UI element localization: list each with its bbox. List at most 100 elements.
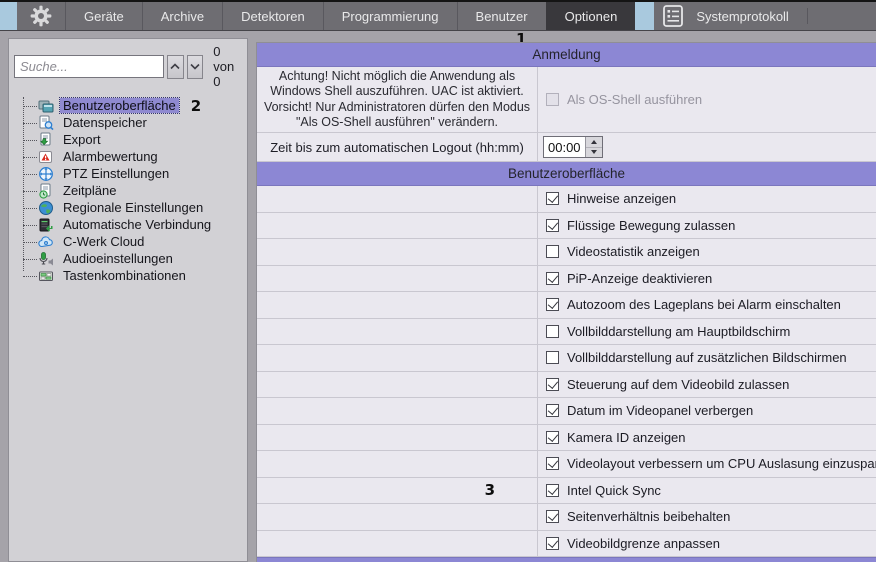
checkbox-label: Steuerung auf dem Videobild zulassen [567, 376, 790, 392]
app-window: Geräte Archive Detektoren Programmierung Ben… [0, 0, 876, 562]
triangle-down-icon [591, 150, 597, 155]
logout-value-cell: 00:00 [538, 133, 876, 161]
sidebar: 0 von 0 Benutzeroberfläche 2 Datenspeicher… [8, 38, 248, 562]
logout-row: Zeit bis zum automatischen Logout (hh:mm… [257, 133, 876, 162]
option-row-right-cell: Vollbilddarstellung am Hauptbildschirm [538, 319, 876, 345]
tree-item-label: Audioeinstellungen [63, 251, 173, 266]
option-row-right-cell: Videobildgrenze anpassen [538, 531, 876, 557]
tree-item-label: Regionale Einstellungen [63, 200, 204, 215]
checkbox-autozoom-des-lageplans-bei-alarm-einschalten[interactable] [546, 298, 559, 312]
checkbox-label: Videobildgrenze anpassen [567, 535, 720, 551]
sidebar-item-alarmbewertung[interactable]: Alarmbewertung [9, 148, 247, 165]
option-row-left-cell [257, 530, 538, 556]
checkbox-kamera-id-anzeigen[interactable] [546, 430, 559, 444]
checkbox-flussige-bewegung-zulassen[interactable] [546, 218, 559, 232]
option-row-videolayout-verbessern-um-cpu-auslasung-einzusparen: Videolayout verbessern um CPU Auslasung … [257, 451, 876, 478]
tab-benutzer[interactable]: Benutzer [456, 2, 546, 30]
toolbar: Geräte Archive Detektoren Programmierung Ben… [0, 0, 876, 31]
checkbox-vollbilddarstellung-auf-zusatzlichen-bildschirmen[interactable] [546, 351, 559, 365]
tree-item-label: Export [63, 132, 101, 147]
checkbox-pip-anzeige-deaktivieren[interactable] [546, 271, 559, 285]
cloud-icon [38, 234, 54, 250]
sidebar-item-benutzeroberflache[interactable]: Benutzeroberfläche 2 [9, 96, 247, 115]
tree-item-label: Benutzeroberfläche [59, 97, 180, 114]
sidebar-item-regionale-einstellungen[interactable]: Regionale Einstellungen [9, 199, 247, 216]
tab-gerate[interactable]: Geräte [65, 2, 142, 30]
tab-label: Geräte [84, 8, 124, 24]
tab-detektoren[interactable]: Detektoren [222, 2, 323, 30]
toolbar-separator [806, 8, 808, 24]
option-row-left-cell [257, 345, 538, 371]
sidebar-item-c-werk-cloud[interactable]: C-Werk Cloud [9, 233, 247, 250]
checkbox-label: Videostatistik anzeigen [567, 244, 700, 260]
tab-systemprotokoll[interactable]: Systemprotokoll [654, 2, 806, 30]
checkbox-steuerung-auf-dem-videobild-zulassen[interactable] [546, 377, 559, 391]
search-input[interactable] [14, 55, 164, 78]
option-row-left-cell [257, 292, 538, 318]
option-row-steuerung-auf-dem-videobild-zulassen: Steuerung auf dem Videobild zulassen [257, 371, 876, 398]
sidebar-item-zeitplane[interactable]: Zeitpläne [9, 182, 247, 199]
auto-connect-icon [38, 217, 54, 233]
tree-item-label: Datenspeicher [63, 115, 147, 130]
checkbox-seitenverhaltnis-beibehalten[interactable] [546, 510, 559, 524]
sidebar-item-automatische-verbindung[interactable]: Automatische Verbindung [9, 216, 247, 233]
checkbox-videobildgrenze-anpassen[interactable] [546, 536, 559, 550]
sidebar-item-tastenkombinationen[interactable]: Tastenkombinationen [9, 267, 247, 284]
checkbox-vollbilddarstellung-am-hauptbildschirm[interactable] [546, 324, 559, 338]
tab-archive[interactable]: Archive [141, 2, 222, 30]
triangle-up-icon [591, 139, 597, 144]
sidebar-item-export[interactable]: Export [9, 131, 247, 148]
settings-gear-button[interactable] [17, 2, 65, 30]
export-icon [38, 132, 54, 148]
tab-label: Benutzer [475, 8, 528, 24]
search-prev-button[interactable] [167, 54, 184, 79]
section-header-benutzeroberflaeche: Benutzeroberfläche [257, 162, 876, 186]
checkbox-intel-quick-sync[interactable] [546, 483, 559, 497]
checkbox-label: Intel Quick Sync [567, 482, 661, 498]
option-row-right-cell: PiP-Anzeige deaktivieren [538, 266, 876, 292]
toolbar-left-accent [0, 2, 17, 30]
audio-icon [38, 251, 54, 267]
keyboard-icon [38, 268, 54, 284]
checkbox-label: Hinweise anzeigen [567, 191, 677, 207]
option-row-videostatistik-anzeigen: Videostatistik anzeigen [257, 239, 876, 266]
logout-label-cell: Zeit bis zum automatischen Logout (hh:mm… [257, 133, 538, 161]
tab-label: Optionen [564, 8, 618, 24]
tab-optionen[interactable]: Optionen [545, 2, 636, 30]
checkbox-label: Flüssige Bewegung zulassen [567, 217, 736, 233]
tree-item-label: Alarmbewertung [63, 149, 158, 164]
spinner-down-button[interactable] [586, 148, 602, 158]
checkbox-hinweise-anzeigen[interactable] [546, 192, 559, 206]
tree-item-label: Tastenkombinationen [63, 268, 186, 283]
system-tab-label: Systemprotokoll [696, 8, 789, 24]
callout-2: 2 [190, 96, 202, 115]
option-row-autozoom-des-lageplans-bei-alarm-einschalten: Autozoom des Lageplans bei Alarm einscha… [257, 292, 876, 319]
storage-search-icon [38, 115, 54, 131]
sidebar-item-audioeinstellungen[interactable]: Audioeinstellungen [9, 250, 247, 267]
checkbox-label: Videolayout verbessern um CPU Auslasung … [567, 456, 876, 472]
tab-programmierung[interactable]: Programmierung [322, 2, 457, 30]
search-next-button[interactable] [186, 54, 204, 79]
os-shell-checkbox[interactable] [546, 93, 559, 106]
checkbox-label: Datum im Videopanel verbergen [567, 403, 754, 419]
option-row-left-cell [257, 504, 538, 530]
settings-panel: Anmeldung Achtung! Nicht möglich die Anw… [256, 42, 876, 562]
logout-time-spinner: 00:00 [543, 136, 603, 158]
spinner-up-button[interactable] [586, 137, 602, 148]
checkbox-datum-im-videopanel-verbergen[interactable] [546, 404, 559, 418]
option-row-left-cell [257, 398, 538, 424]
sidebar-search-row: 0 von 0 [9, 39, 247, 93]
gear-icon [29, 4, 53, 28]
checkbox-videostatistik-anzeigen[interactable] [546, 245, 559, 259]
tab-label: Detektoren [241, 8, 305, 24]
tree-item-label: Zeitpläne [63, 183, 117, 198]
checkbox-videolayout-verbessern-um-cpu-auslasung-einzusparen[interactable] [546, 457, 559, 471]
option-row-vollbilddarstellung-am-hauptbildschirm: Vollbilddarstellung am Hauptbildschirm [257, 318, 876, 345]
sidebar-item-ptz-einstellungen[interactable]: PTZ Einstellungen [9, 165, 247, 182]
logout-time-value[interactable]: 00:00 [544, 137, 585, 157]
section-header-anmeldung: Anmeldung [257, 43, 876, 67]
option-row-left-cell [257, 186, 538, 212]
sidebar-item-datenspeicher[interactable]: Datenspeicher [9, 114, 247, 131]
option-row-right-cell: Steuerung auf dem Videobild zulassen [538, 372, 876, 398]
ui-windows-icon [38, 98, 54, 114]
